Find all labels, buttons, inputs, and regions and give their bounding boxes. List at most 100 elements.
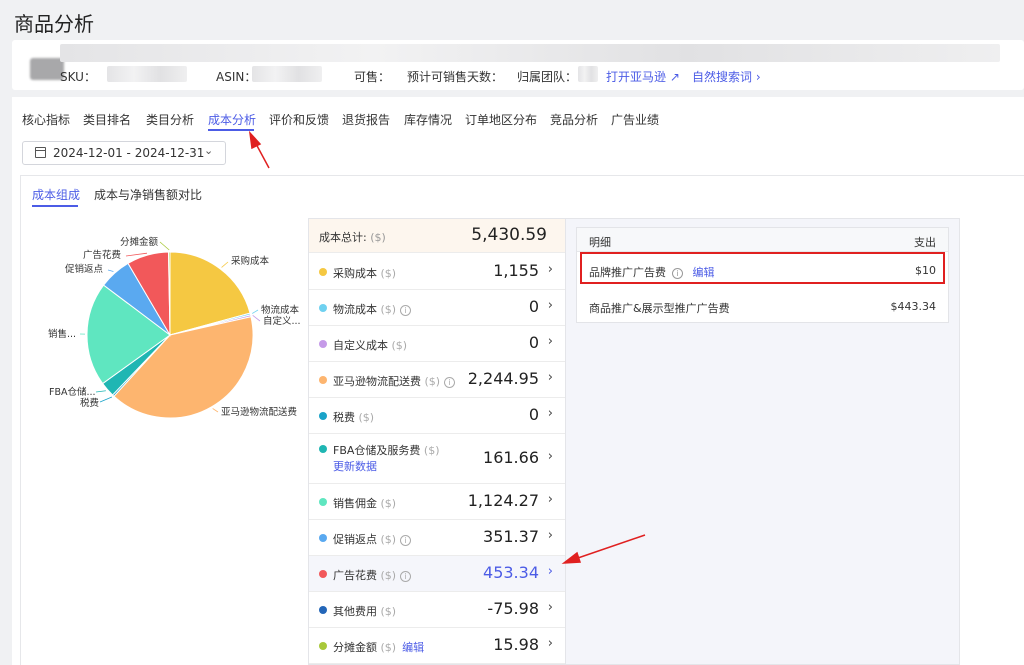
legend-dot xyxy=(319,304,327,312)
sellable-label: 可售： xyxy=(354,70,391,84)
team-value-redacted xyxy=(578,66,598,82)
chevron-right-icon[interactable]: › xyxy=(548,492,553,507)
chevron-right-icon[interactable]: › xyxy=(548,406,553,421)
legend-dot xyxy=(319,534,327,542)
chevron-right-icon[interactable]: › xyxy=(548,528,553,543)
legend-dot xyxy=(319,498,327,506)
chevron-right-icon[interactable]: › xyxy=(548,636,553,651)
cost-pie-chart: 采购成本 物流成本 自定义... 亚马逊物流配送费 税费 FBA仓储... 销售… xyxy=(48,236,301,419)
chevron-right-icon[interactable]: › xyxy=(548,298,553,313)
cost-value: 0 xyxy=(528,333,539,352)
cost-row-commission[interactable]: 销售佣金 ($) 1,124.27 › xyxy=(309,484,565,520)
chevron-right-icon[interactable]: › xyxy=(548,600,553,615)
expense-column-header: 支出 xyxy=(914,236,936,249)
cost-value: 15.98 xyxy=(493,635,539,654)
info-icon[interactable]: i xyxy=(444,376,456,388)
cost-row-ads[interactable]: 广告花费 ($) i 453.34 › xyxy=(309,556,565,592)
pie-label-amazon-fee: 亚马逊物流配送费 xyxy=(221,406,297,418)
pie-leader-line xyxy=(212,408,219,413)
cost-total-label: 成本总计: ($) xyxy=(319,231,386,244)
pie-label-fba: FBA仓储... xyxy=(49,386,96,398)
chevron-right-icon[interactable]: › xyxy=(548,334,553,349)
team-label: 归属团队： xyxy=(517,70,578,84)
legend-dot xyxy=(319,268,327,276)
pie-label-procurement: 采购成本 xyxy=(231,255,270,267)
cost-value: 161.66 xyxy=(483,448,539,467)
cost-label: 亚马逊物流配送费 ($) i xyxy=(333,373,456,389)
tab-returns[interactable]: 退货报告 xyxy=(342,111,390,128)
tab-inventory[interactable]: 库存情况 xyxy=(404,111,452,128)
tab-competitors[interactable]: 竞品分析 xyxy=(550,111,598,128)
legend-dot xyxy=(319,445,327,453)
chevron-right-icon[interactable]: › xyxy=(548,262,553,277)
sellable-days-label: 预计可销售天数： xyxy=(407,70,504,84)
pie-label-commission: 销售... xyxy=(48,328,76,340)
tab-order-region[interactable]: 订单地区分布 xyxy=(465,111,537,128)
external-link-icon: ↗ xyxy=(669,70,680,84)
cost-row-promo[interactable]: 促销返点 ($) i 351.37 › xyxy=(309,520,565,556)
cost-label: 税费 ($) xyxy=(333,411,375,424)
legend-dot xyxy=(319,412,327,420)
cost-value: 2,244.95 xyxy=(467,369,539,388)
legend-dot xyxy=(319,570,327,578)
cost-row-amazon-fee[interactable]: 亚马逊物流配送费 ($) i 2,244.95 › xyxy=(309,362,565,398)
cost-row-logistics[interactable]: 物流成本 ($) i 0 › xyxy=(309,290,565,326)
cost-value: 453.34 xyxy=(483,563,539,582)
detail-table-header: 明细 支出 xyxy=(577,228,948,252)
pie-label-allocation: 分摊金额 xyxy=(120,236,159,248)
cost-value: 1,155 xyxy=(493,261,539,280)
allocation-edit-link[interactable]: 编辑 xyxy=(402,641,424,654)
chevron-right-icon[interactable]: › xyxy=(548,370,553,385)
chevron-right-icon[interactable]: › xyxy=(548,449,553,464)
info-icon[interactable]: i xyxy=(400,304,412,316)
pie-label-tax: 税费 xyxy=(80,397,99,409)
cost-row-tax[interactable]: 税费 ($) 0 › xyxy=(309,398,565,434)
cost-value: -75.98 xyxy=(487,599,539,618)
info-icon[interactable]: i xyxy=(400,534,412,546)
cost-label: 销售佣金 ($) xyxy=(333,497,397,510)
cost-breakdown-table: 成本总计: ($) 5,430.59 采购成本 ($) 1,155 › 物流成本 ($… xyxy=(308,218,566,665)
legend-dot xyxy=(319,340,327,348)
pie-leader-line xyxy=(95,390,106,393)
cost-label: 采购成本 ($) xyxy=(333,267,397,280)
cost-label: FBA仓储及服务费 ($) xyxy=(333,444,440,457)
product-ads-label: 商品推广&展示型推广广告费 xyxy=(589,302,730,315)
update-data-link[interactable]: 更新数据 xyxy=(333,458,377,474)
cost-label: 分摊金额 ($) 编辑 xyxy=(333,641,425,654)
cost-row-procurement[interactable]: 采购成本 ($) 1,155 › xyxy=(309,254,565,290)
pie-leader-line xyxy=(107,269,114,272)
product-ads-value: $443.34 xyxy=(890,300,937,313)
highlight-box xyxy=(580,252,945,284)
cost-value: 1,124.27 xyxy=(467,491,539,510)
chevron-right-icon: › xyxy=(755,70,761,84)
detail-row-product-ads: 商品推广&展示型推广广告费 $443.34 xyxy=(577,290,948,324)
pie-label-promo: 促销返点 xyxy=(65,263,104,275)
detail-column-header: 明细 xyxy=(589,236,611,249)
cost-label: 促销返点 ($) i xyxy=(333,531,412,547)
info-icon[interactable]: i xyxy=(400,570,412,582)
cost-row-fba[interactable]: FBA仓储及服务费 ($) 更新数据 161.66 › xyxy=(309,434,565,484)
pie-leader-line xyxy=(221,261,229,268)
cost-label: 广告花费 ($) i xyxy=(333,567,412,583)
tab-ad-performance[interactable]: 广告业绩 xyxy=(611,111,659,128)
cost-row-allocation[interactable]: 分摊金额 ($) 编辑 15.98 › xyxy=(309,628,565,664)
cost-label: 自定义成本 ($) xyxy=(333,339,408,352)
pie-label-logistics: 物流成本 xyxy=(261,304,300,316)
cost-label: 其他费用 ($) xyxy=(333,605,397,618)
cost-row-other[interactable]: 其他费用 ($) -75.98 › xyxy=(309,592,565,628)
chevron-right-icon[interactable]: › xyxy=(548,564,553,579)
pie-leader-line xyxy=(252,315,261,322)
organic-search-link[interactable]: 自然搜索词 › xyxy=(692,68,761,85)
cost-total-row: 成本总计: ($) 5,430.59 xyxy=(309,219,565,253)
legend-dot xyxy=(319,642,327,650)
cost-total-value: 5,430.59 xyxy=(471,225,547,245)
open-amazon-link[interactable]: 打开亚马逊 ↗ xyxy=(606,68,680,85)
pie-leader-line xyxy=(99,396,113,403)
pie-leader-line xyxy=(252,309,259,314)
cost-label: 物流成本 ($) i xyxy=(333,301,412,317)
pie-leader-line xyxy=(159,241,170,251)
legend-dot xyxy=(319,606,327,614)
cost-row-custom[interactable]: 自定义成本 ($) 0 › xyxy=(309,326,565,362)
legend-dot xyxy=(319,376,327,384)
pie-label-custom: 自定义... xyxy=(263,315,301,327)
